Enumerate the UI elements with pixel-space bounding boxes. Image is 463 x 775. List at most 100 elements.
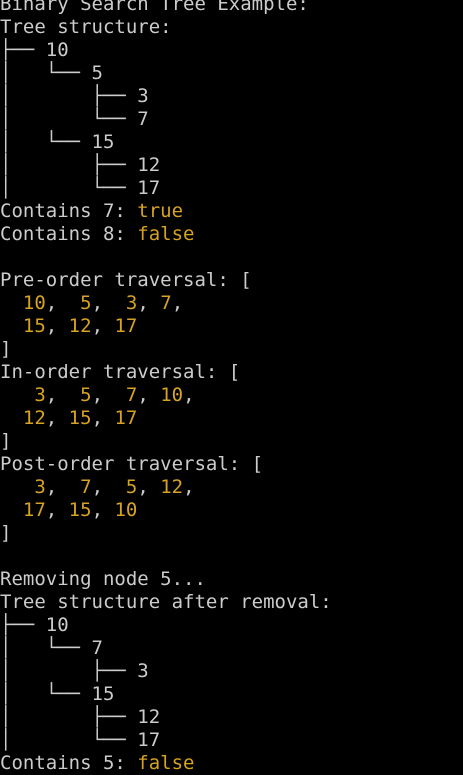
output-value: 17 <box>22 499 46 521</box>
terminal-line: │ ├── 3 <box>0 660 463 683</box>
output-text: Post-order traversal: [ <box>0 453 264 475</box>
output-value: 12 <box>22 407 46 429</box>
output-text: ├── 10 <box>0 614 69 636</box>
terminal-line: │ ├── 3 <box>0 85 463 108</box>
output-text: , <box>45 384 81 406</box>
output-text: , <box>183 384 195 406</box>
output-text: Binary Search Tree Example: <box>0 0 309 15</box>
output-text: , <box>45 407 69 429</box>
output-value: 3 <box>34 476 46 498</box>
terminal-line: Contains 8: false <box>0 223 463 246</box>
output-text: │ └── 5 <box>0 62 103 84</box>
output-value: false <box>137 752 195 774</box>
output-text: , <box>45 476 81 498</box>
output-value: 5 <box>80 292 92 314</box>
terminal-line: │ ├── 12 <box>0 154 463 177</box>
output-value: true <box>137 200 184 222</box>
output-text: , <box>137 476 161 498</box>
terminal-line: Post-order traversal: [ <box>0 453 463 476</box>
output-text: │ └── 17 <box>0 729 161 751</box>
terminal-line: ] <box>0 522 463 545</box>
output-text: │ ├── 12 <box>0 154 161 176</box>
terminal-line: 3, 7, 5, 12, <box>0 476 463 499</box>
output-text: , <box>137 384 161 406</box>
output-text: , <box>45 499 69 521</box>
output-text: │ └── 7 <box>0 108 149 130</box>
terminal-line: │ └── 5 <box>0 62 463 85</box>
output-text: , <box>45 315 69 337</box>
output-value: 3 <box>125 292 138 314</box>
terminal-line: 15, 12, 17 <box>0 315 463 338</box>
terminal-line: Pre-order traversal: [ <box>0 269 463 292</box>
output-text: ├── 10 <box>0 39 69 61</box>
output-text: │ ├── 3 <box>0 85 149 107</box>
output-value: 15 <box>68 499 92 521</box>
output-text: , <box>45 292 81 314</box>
terminal-line: 12, 15, 17 <box>0 407 463 430</box>
output-text: Tree structure after removal: <box>0 591 332 613</box>
output-text: │ ├── 3 <box>0 660 149 682</box>
output-value: 17 <box>114 315 138 337</box>
output-text: , <box>91 476 126 498</box>
output-text: In-order traversal: [ <box>0 361 241 383</box>
terminal-line: │ └── 7 <box>0 108 463 131</box>
output-text: , <box>91 407 115 429</box>
output-value: 15 <box>22 315 46 337</box>
terminal-output: Binary Search Tree Example: Tree structur… <box>0 0 463 775</box>
terminal-line: 10, 5, 3, 7, <box>0 292 463 315</box>
terminal-line: 3, 5, 7, 10, <box>0 384 463 407</box>
output-text: Pre-order traversal: [ <box>0 269 252 291</box>
terminal-line: │ └── 17 <box>0 729 463 752</box>
output-text: Contains 7: <box>0 200 138 222</box>
terminal-line: │ └── 15 <box>0 683 463 706</box>
terminal-line: Contains 5: false <box>0 752 463 775</box>
terminal-line: ] <box>0 430 463 453</box>
terminal-line: ├── 10 <box>0 614 463 637</box>
terminal-line: │ └── 17 <box>0 177 463 200</box>
output-value: 12 <box>68 315 92 337</box>
output-value: 5 <box>125 476 138 498</box>
terminal-line: Tree structure: <box>0 16 463 39</box>
output-text: ] <box>0 522 12 544</box>
output-value: 10 <box>114 499 138 521</box>
terminal-line: │ └── 15 <box>0 131 463 154</box>
output-value: 12 <box>160 476 184 498</box>
output-value: false <box>137 223 195 245</box>
output-text: │ └── 17 <box>0 177 161 199</box>
output-text: ] <box>0 338 12 360</box>
output-text: , <box>91 315 115 337</box>
output-text: , <box>91 384 126 406</box>
terminal-line: ] <box>0 338 463 361</box>
terminal-line: 17, 15, 10 <box>0 499 463 522</box>
terminal-line: │ ├── 12 <box>0 706 463 729</box>
output-text: Removing node 5... <box>0 568 206 590</box>
terminal-line: │ └── 7 <box>0 637 463 660</box>
output-text: , <box>137 292 161 314</box>
output-text: , <box>91 292 126 314</box>
output-text: Tree structure: <box>0 16 172 38</box>
output-text: , <box>91 499 115 521</box>
output-value: 7 <box>80 476 92 498</box>
terminal-line: ├── 10 <box>0 39 463 62</box>
output-value: 7 <box>160 292 172 314</box>
output-value: 5 <box>80 384 92 406</box>
output-text: │ └── 7 <box>0 637 103 659</box>
output-value: 10 <box>160 384 184 406</box>
output-value: 3 <box>34 384 46 406</box>
terminal-line: Binary Search Tree Example: <box>0 0 463 16</box>
terminal-line: In-order traversal: [ <box>0 361 463 384</box>
output-text: Contains 5: <box>0 752 138 774</box>
output-text: │ └── 15 <box>0 683 115 705</box>
output-text: │ ├── 12 <box>0 706 161 728</box>
output-text: │ └── 15 <box>0 131 115 153</box>
output-value: 15 <box>68 407 92 429</box>
output-text: Contains 8: <box>0 223 138 245</box>
output-text: , <box>183 476 195 498</box>
terminal-line: Contains 7: true <box>0 200 463 223</box>
